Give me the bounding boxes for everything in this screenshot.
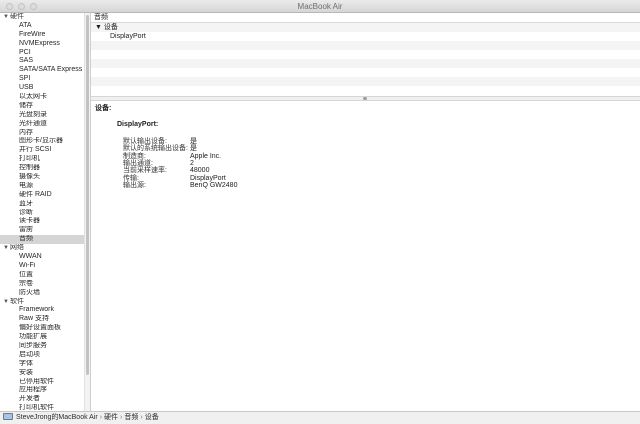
property-value: Apple Inc. bbox=[190, 152, 222, 160]
window-title: MacBook Air bbox=[297, 2, 343, 11]
tree-row-devices[interactable]: ▼ 设备 bbox=[91, 23, 640, 32]
sidebar-item[interactable]: 已停用软件 bbox=[0, 378, 84, 387]
sidebar-item[interactable]: WWAN bbox=[0, 253, 84, 262]
sidebar-item[interactable]: 并行 SCSI bbox=[0, 146, 84, 155]
breadcrumb-segment[interactable]: 设备 bbox=[145, 414, 159, 421]
sidebar-item[interactable]: 字体 bbox=[0, 360, 84, 369]
sidebar-item[interactable]: 摄像头 bbox=[0, 173, 84, 182]
sidebar-item[interactable]: 诊断 bbox=[0, 209, 84, 218]
sidebar-item[interactable]: 以太网卡 bbox=[0, 93, 84, 102]
device-tree: ▼ 设备 DisplayPort bbox=[91, 23, 640, 97]
sidebar-item[interactable]: NVMExpress bbox=[0, 40, 84, 49]
sidebar-item[interactable]: 蓝牙 bbox=[0, 200, 84, 209]
sidebar-category[interactable]: ▼网络 bbox=[0, 244, 84, 253]
tree-row-empty bbox=[91, 68, 640, 77]
property-value: DisplayPort bbox=[190, 174, 226, 182]
sidebar-item[interactable]: 控制器 bbox=[0, 164, 84, 173]
sidebar-item[interactable]: 启动项 bbox=[0, 351, 84, 360]
sidebar-item[interactable]: 图形卡/显示器 bbox=[0, 137, 84, 146]
main-pane: 音频 ▼ 设备 DisplayPort 设备: DisplayPort: 默认输… bbox=[91, 13, 640, 411]
sidebar-item[interactable]: FireWire bbox=[0, 31, 84, 40]
sidebar-item[interactable]: 开发者 bbox=[0, 395, 84, 404]
sidebar-item[interactable]: 打印机软件 bbox=[0, 404, 84, 411]
property-row: 当前采样速率: 48000 bbox=[123, 167, 640, 174]
sidebar-item[interactable]: USB bbox=[0, 84, 84, 93]
sidebar-item[interactable]: Framework bbox=[0, 306, 84, 315]
property-value: BenQ GW2480 bbox=[190, 182, 238, 190]
disclosure-triangle-icon[interactable]: ▼ bbox=[95, 24, 104, 31]
breadcrumb-segment[interactable]: 硬件 bbox=[104, 414, 118, 421]
detail-pane: 设备: DisplayPort: 默认输出设备: 是默认的系统输出设备: 是制造商:… bbox=[91, 101, 640, 190]
title-bar: MacBook Air bbox=[0, 0, 640, 13]
tree-row-empty bbox=[91, 77, 640, 86]
breadcrumb: SteveJrong的MacBook Air › 硬件 › 音频 › 设备 bbox=[16, 414, 159, 421]
disclosure-triangle-icon[interactable]: ▼ bbox=[3, 13, 10, 22]
tree-parent-label: 设备 bbox=[103, 24, 118, 31]
property-key: 制造商: bbox=[123, 152, 146, 160]
sidebar-item[interactable]: 功能扩展 bbox=[0, 333, 84, 342]
property-value: 是 bbox=[190, 145, 197, 153]
sidebar-item[interactable]: 应用程序 bbox=[0, 386, 84, 395]
sidebar: ▼硬件 ATA FireWire NVMExpress PCI SAS SATA/SATA … bbox=[0, 13, 84, 411]
tree-row-displayport[interactable]: DisplayPort bbox=[91, 32, 640, 41]
sidebar-item[interactable]: 位置 bbox=[0, 271, 84, 280]
tree-row-empty bbox=[91, 50, 640, 59]
sidebar-category-label: 网络 bbox=[10, 244, 24, 252]
breadcrumb-segment[interactable]: 音频 bbox=[124, 414, 138, 421]
sidebar-item[interactable]: 防火墙 bbox=[0, 289, 84, 298]
sidebar-item[interactable]: SATA/SATA Express bbox=[0, 66, 84, 75]
property-value: 48000 bbox=[190, 167, 210, 175]
sidebar-item[interactable]: 电源 bbox=[0, 182, 84, 191]
property-key: 当前采样速率: bbox=[123, 167, 167, 175]
disclosure-triangle-icon[interactable]: ▼ bbox=[3, 298, 10, 307]
path-bar: SteveJrong的MacBook Air › 硬件 › 音频 › 设备 bbox=[0, 411, 640, 424]
tree-child-label: DisplayPort bbox=[110, 33, 146, 40]
sidebar-item[interactable]: SPI bbox=[0, 75, 84, 84]
disclosure-triangle-icon[interactable]: ▼ bbox=[3, 244, 10, 253]
sidebar-category-label: 软件 bbox=[10, 297, 24, 305]
sidebar-item[interactable]: 读卡器 bbox=[0, 217, 84, 226]
property-row: 传输: DisplayPort bbox=[123, 175, 640, 182]
property-row: 输出源: BenQ GW2480 bbox=[123, 182, 640, 189]
property-row: 默认的系统输出设备: 是 bbox=[123, 145, 640, 152]
sidebar-category-label: 硬件 bbox=[10, 13, 24, 20]
sidebar-item[interactable]: 内存 bbox=[0, 129, 84, 138]
split-grip-icon[interactable] bbox=[363, 97, 367, 100]
sidebar-item[interactable]: 安装 bbox=[0, 369, 84, 378]
sidebar-item[interactable]: Raw 支持 bbox=[0, 315, 84, 324]
property-value: 2 bbox=[190, 159, 194, 167]
sidebar-item[interactable]: 光盘刻录 bbox=[0, 111, 84, 120]
sidebar-item[interactable]: 同步服务 bbox=[0, 342, 84, 351]
sidebar-item[interactable]: PCI bbox=[0, 49, 84, 58]
sidebar-item[interactable]: 宗卷 bbox=[0, 280, 84, 289]
property-row: 输出通道: 2 bbox=[123, 160, 640, 167]
sidebar-category[interactable]: ▼软件 bbox=[0, 298, 84, 307]
tree-row-empty bbox=[91, 86, 640, 95]
property-row: 默认输出设备: 是 bbox=[123, 138, 640, 145]
detail-heading: 设备: bbox=[95, 105, 112, 112]
column-header[interactable]: 音频 bbox=[91, 13, 640, 23]
sidebar-item[interactable]: 偏好设置面板 bbox=[0, 324, 84, 333]
sidebar-category[interactable]: ▼硬件 bbox=[0, 13, 84, 22]
sidebar-item[interactable]: Wi-Fi bbox=[0, 262, 84, 271]
sidebar-item[interactable]: 雷雳 bbox=[0, 226, 84, 235]
breadcrumb-segment[interactable]: SteveJrong的MacBook Air bbox=[16, 414, 98, 421]
sidebar-item[interactable]: ATA bbox=[0, 22, 84, 31]
sidebar-scrollbar-thumb[interactable] bbox=[86, 15, 89, 375]
sidebar-item[interactable]: 光纤通道 bbox=[0, 120, 84, 129]
property-row: 制造商: Apple Inc. bbox=[123, 153, 640, 160]
tree-row-empty bbox=[91, 59, 640, 68]
macbook-icon bbox=[3, 413, 13, 420]
property-key: 输出源: bbox=[123, 182, 146, 190]
sidebar-item[interactable]: 音频 bbox=[0, 235, 84, 245]
device-name: DisplayPort: bbox=[117, 121, 159, 129]
tree-row-empty bbox=[91, 41, 640, 50]
sidebar-item[interactable]: 打印机 bbox=[0, 155, 84, 164]
property-key: 默认的系统输出设备: bbox=[123, 145, 188, 153]
property-list: 默认输出设备: 是默认的系统输出设备: 是制造商: Apple Inc. 输出通道: 2 当… bbox=[95, 138, 640, 190]
sidebar-item[interactable]: 储存 bbox=[0, 102, 84, 111]
split-view-divider[interactable] bbox=[91, 97, 640, 101]
sidebar-item[interactable]: 硬件 RAID bbox=[0, 191, 84, 200]
sidebar-item[interactable]: SAS bbox=[0, 57, 84, 66]
